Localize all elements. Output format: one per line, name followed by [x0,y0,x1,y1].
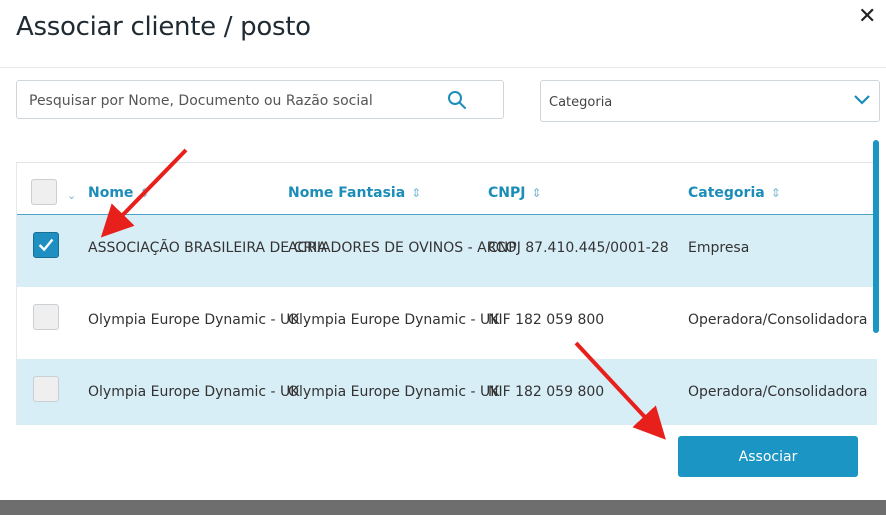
search-icon[interactable] [447,90,467,110]
bottom-bar [0,500,886,515]
search-input[interactable] [27,81,451,120]
sort-icon[interactable]: ⌄ [67,189,76,202]
column-header-nome[interactable]: Nome ⇕ [88,185,149,201]
cell-categoria: Operadora/Consolidadora [688,312,868,328]
sort-icon: ⇕ [411,186,422,200]
table-header: ⌄ Nome ⇕ Nome Fantasia ⇕ CNPJ ⇕ Categoria ⇕ [17,163,877,216]
row-checkbox[interactable] [33,376,59,402]
column-header-nome-fantasia[interactable]: Nome Fantasia ⇕ [288,185,421,201]
cell-nome-fantasia: Olympia Europe Dynamic - UK [288,384,500,400]
column-header-categoria[interactable]: Categoria ⇕ [688,185,781,201]
column-label: Categoria [688,185,765,201]
table-row[interactable]: Olympia Europe Dynamic - UK Olympia Euro… [17,287,877,359]
cell-nome-fantasia: Olympia Europe Dynamic - UK [288,312,500,328]
cell-nome: Olympia Europe Dynamic - UK [88,312,300,328]
table-row[interactable]: ASSOCIAÇÃO BRASILEIRA DE CRIA ACRIADORES… [17,215,877,287]
select-all-checkbox[interactable] [31,179,57,205]
dialog-title: Associar cliente / posto [16,12,311,42]
close-icon[interactable]: ✕ [858,4,876,29]
column-label: CNPJ [488,185,526,201]
cell-cnpj: NIF 182 059 800 [488,312,605,328]
search-box [16,80,504,120]
associate-button[interactable]: Associar [678,436,858,477]
category-select[interactable]: Categoria [540,80,880,122]
cell-cnpj: NIF 182 059 800 [488,384,605,400]
clients-table: ⌄ Nome ⇕ Nome Fantasia ⇕ CNPJ ⇕ Categoria ⇕ … [16,162,877,425]
column-label: Nome Fantasia [288,185,406,201]
sort-icon: ⇕ [531,186,542,200]
cell-nome-fantasia: ACRIADORES DE OVINOS - ARCO [288,240,517,256]
cell-nome: Olympia Europe Dynamic - UK [88,384,300,400]
cell-cnpj: CNPJ 87.410.445/0001-28 [488,240,669,256]
cell-categoria: Empresa [688,240,750,256]
row-checkbox[interactable] [33,304,59,330]
category-select-value: Categoria [549,95,613,110]
chevron-down-icon [854,95,870,105]
column-header-cnpj[interactable]: CNPJ ⇕ [488,185,542,201]
sort-icon: ⇕ [139,186,150,200]
column-label: Nome [88,185,134,201]
table-row[interactable]: Olympia Europe Dynamic - UK Olympia Euro… [17,359,877,425]
header-divider [0,67,886,68]
table-scrollbar[interactable] [873,140,879,333]
cell-categoria: Operadora/Consolidadora [688,384,868,400]
checkmark-icon [38,238,54,252]
sort-icon: ⇕ [770,186,781,200]
row-checkbox[interactable] [33,232,59,258]
